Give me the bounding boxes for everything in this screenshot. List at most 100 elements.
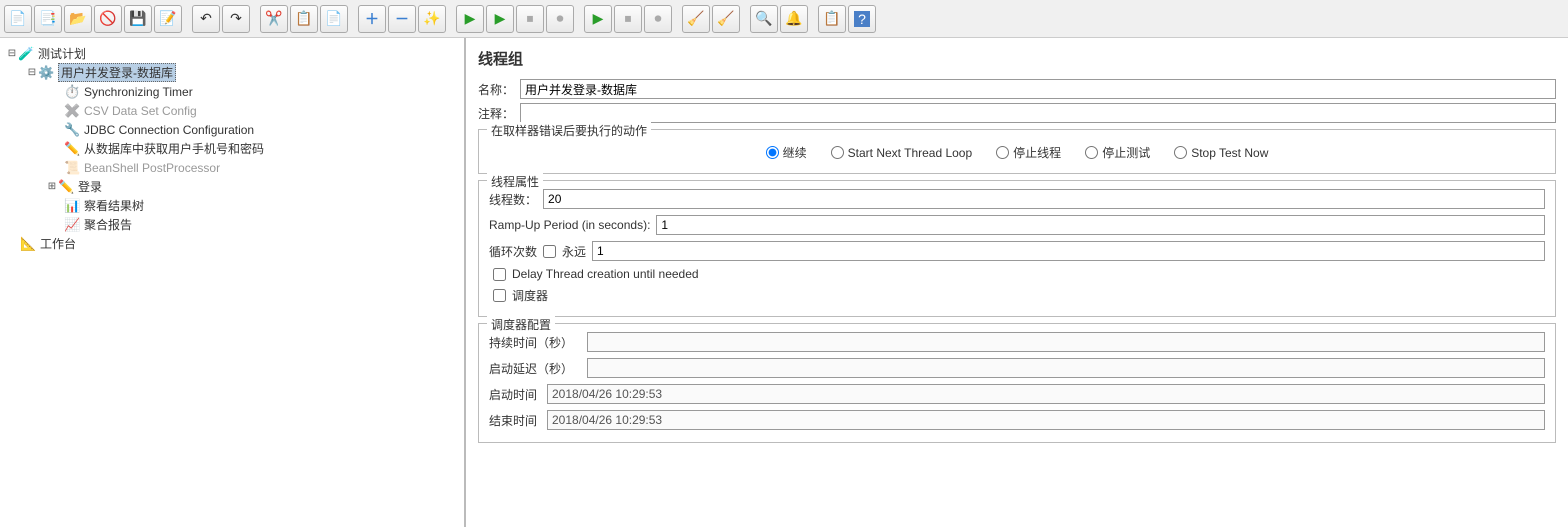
tree-label: 测试计划 [38,45,86,62]
undo-icon: ↶ [197,10,215,28]
close-button[interactable]: 🚫 [94,5,122,33]
loop-row: 循环次数 永远 [489,241,1545,261]
workbench-icon: 📐 [20,235,37,252]
tree-workbench[interactable]: 📐 工作台 [2,234,462,253]
radio-start-next[interactable]: Start Next Thread Loop [831,146,973,160]
toggle-button[interactable]: ✨ [418,5,446,33]
expand-button[interactable]: ＋ [358,5,386,33]
save-as-button[interactable]: 📝 [154,5,182,33]
reset-search-button[interactable]: 🔔 [780,5,808,33]
ramp-row: Ramp-Up Period (in seconds): [489,215,1545,235]
toggle-icon[interactable]: ⊟ [26,67,38,78]
function-helper-button[interactable]: 📋 [818,5,846,33]
start-time-row: 启动时间 [489,384,1545,404]
search-button[interactable]: 🔍 [750,5,778,33]
forever-checkbox[interactable] [543,245,556,258]
comment-input[interactable] [520,103,1556,123]
radio-stop-now-input[interactable] [1174,146,1187,159]
save-button[interactable]: 💾 [124,5,152,33]
ramp-input[interactable] [656,215,1545,235]
tree-test-plan[interactable]: ⊟ 🧪 测试计划 [2,44,462,63]
shutdown-button[interactable]: ⏺ [546,5,574,33]
scheduler-config-group: 调度器配置 持续时间（秒） 启动延迟（秒） 启动时间 结束时间 [478,323,1556,443]
tree-view-results[interactable]: 📊 察看结果树 [2,196,462,215]
tree-label: JDBC Connection Configuration [84,123,254,137]
name-input[interactable] [520,79,1556,99]
start-no-timers-button[interactable]: ▶ [486,5,514,33]
radio-stop-thread-input[interactable] [996,146,1009,159]
clear-button[interactable]: 🧹 [682,5,710,33]
tree-db-query[interactable]: ✏️ 从数据库中获取用户手机号和密码 [2,139,462,158]
radio-stop-thread[interactable]: 停止线程 [996,144,1061,161]
toolbar: 📄 📑 📂 🚫 💾 📝 ↶ ↷ ✂️ 📋 📄 ＋ － ✨ ▶ ▶ ⏹ ⏺ ▶ ⏹… [0,0,1568,38]
help-button[interactable]: ? [848,5,876,33]
tree-panel: ⊟ 🧪 测试计划 ⊟ ⚙️ 用户并发登录-数据库 ⏱️ Synchronizin… [0,38,466,527]
tree-label: 察看结果树 [84,197,144,214]
stop-icon: ⏹ [521,10,539,28]
duration-label: 持续时间（秒） [489,334,581,351]
comment-row: 注释： [478,103,1556,123]
templates-button[interactable]: 📑 [34,5,62,33]
tree-beanshell[interactable]: 📜 BeanShell PostProcessor [2,158,462,177]
redo-button[interactable]: ↷ [222,5,250,33]
radio-stop-test[interactable]: 停止测试 [1085,144,1150,161]
startup-delay-label: 启动延迟（秒） [489,360,581,377]
undo-button[interactable]: ↶ [192,5,220,33]
paste-button[interactable]: 📄 [320,5,348,33]
radio-continue-input[interactable] [766,146,779,159]
broom-all-icon: 🧹 [717,10,735,28]
toggle-icon[interactable]: ⊟ [6,48,18,59]
end-time-row: 结束时间 [489,410,1545,430]
tree-label: 用户并发登录-数据库 [58,63,176,82]
new-button[interactable]: 📄 [4,5,32,33]
start-button[interactable]: ▶ [456,5,484,33]
collapse-button[interactable]: － [388,5,416,33]
threads-input[interactable] [543,189,1545,209]
tree-label: 聚合报告 [84,216,132,233]
config-icon: 🔧 [64,121,81,138]
loop-label: 循环次数 [489,243,537,260]
remote-shutdown-button[interactable]: ⏺ [644,5,672,33]
timer-icon: ⏱️ [64,83,81,100]
save-icon: 💾 [129,10,147,28]
cut-icon: ✂️ [265,10,283,28]
group-title: 线程属性 [487,173,543,190]
tree-label: Synchronizing Timer [84,85,193,99]
remote-start-button[interactable]: ▶ [584,5,612,33]
radio-start-next-input[interactable] [831,146,844,159]
stop-button[interactable]: ⏹ [516,5,544,33]
tree-thread-group[interactable]: ⊟ ⚙️ 用户并发登录-数据库 [2,63,462,82]
save-as-icon: 📝 [159,10,177,28]
bell-icon: 🔔 [785,10,803,28]
tree-login[interactable]: ⊞ ✏️ 登录 [2,177,462,196]
radio-continue[interactable]: 继续 [766,144,807,161]
clear-all-button[interactable]: 🧹 [712,5,740,33]
panel-title: 线程组 [478,48,1556,69]
group-title: 调度器配置 [487,316,555,333]
tree-label: 从数据库中获取用户手机号和密码 [84,140,264,157]
sampler-error-group: 在取样器错误后要执行的动作 继续 Start Next Thread Loop … [478,129,1556,174]
copy-icon: 📋 [295,10,313,28]
cut-button[interactable]: ✂️ [260,5,288,33]
scheduler-checkbox[interactable] [493,289,506,302]
help-icon: ? [854,11,870,27]
remote-stop-icon: ⏹ [619,10,637,28]
delay-checkbox[interactable] [493,268,506,281]
tree-aggregate[interactable]: 📈 聚合报告 [2,215,462,234]
loop-input[interactable] [592,241,1545,261]
radio-stop-test-input[interactable] [1085,146,1098,159]
copy-button[interactable]: 📋 [290,5,318,33]
tree-csv-config[interactable]: ✖️ CSV Data Set Config [2,101,462,120]
tree-jdbc-config[interactable]: 🔧 JDBC Connection Configuration [2,120,462,139]
open-button[interactable]: 📂 [64,5,92,33]
tree-label: 工作台 [40,235,76,252]
remote-stop-button[interactable]: ⏹ [614,5,642,33]
toggle-icon[interactable]: ⊞ [46,181,58,192]
delay-label: Delay Thread creation until needed [512,267,699,281]
remote-shutdown-icon: ⏺ [649,10,667,28]
postprocessor-icon: 📜 [64,159,81,176]
duration-input [587,332,1545,352]
tree-sync-timer[interactable]: ⏱️ Synchronizing Timer [2,82,462,101]
radio-stop-now[interactable]: Stop Test Now [1174,146,1268,160]
group-title: 在取样器错误后要执行的动作 [487,122,651,139]
